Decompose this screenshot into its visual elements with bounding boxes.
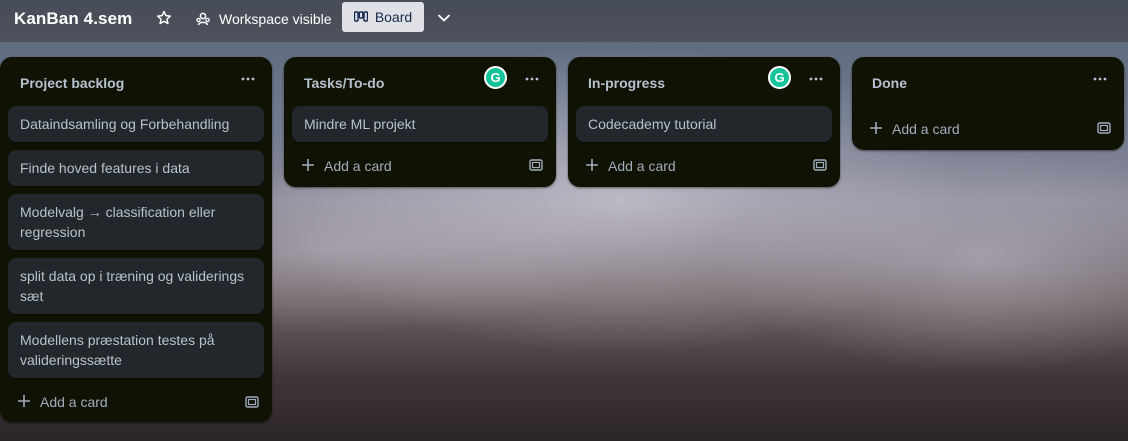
workspace-visibility-button[interactable]: Workspace visible xyxy=(195,9,332,29)
card[interactable]: Dataindsamling og Forbehandling xyxy=(8,106,264,142)
plus-icon xyxy=(586,159,598,171)
chevron-down-icon xyxy=(437,14,451,22)
list-project-backlog: Project backlog Dataindsamling og Forbeh… xyxy=(0,57,272,422)
create-from-template-icon xyxy=(1097,122,1111,134)
list-title[interactable]: Tasks/To-do xyxy=(304,75,384,91)
card[interactable]: Mindre ML projekt xyxy=(292,106,548,142)
card[interactable]: Codecademy tutorial xyxy=(576,106,832,142)
views-dropdown-button[interactable] xyxy=(434,8,454,28)
more-options-icon xyxy=(525,77,539,81)
add-card-button[interactable]: Add a card xyxy=(860,113,1116,145)
template-button[interactable] xyxy=(240,391,264,413)
list-header: Project backlog xyxy=(0,57,272,105)
add-card-label: Add a card xyxy=(608,158,676,174)
plus-icon xyxy=(870,122,882,134)
template-button[interactable] xyxy=(1092,117,1116,139)
board-view-button[interactable]: Board xyxy=(342,2,424,32)
add-card-label: Add a card xyxy=(892,121,960,137)
board-title[interactable]: KanBan 4.sem xyxy=(14,9,132,29)
list-header: Done xyxy=(852,57,1124,105)
star-icon xyxy=(156,10,172,25)
board-view-icon xyxy=(353,11,368,22)
template-button[interactable] xyxy=(808,154,832,176)
card[interactable]: Finde hoved features i data xyxy=(8,150,264,186)
card[interactable]: Modelvalg → classification eller regress… xyxy=(8,194,264,250)
add-card-button[interactable]: Add a card xyxy=(576,150,832,182)
list-title[interactable]: In-progress xyxy=(588,75,665,91)
add-card-button[interactable]: Add a card xyxy=(292,150,548,182)
list-menu-button[interactable] xyxy=(522,71,542,87)
grammarly-icon[interactable]: G xyxy=(768,66,791,89)
create-from-template-icon xyxy=(245,396,259,408)
grammarly-icon[interactable]: G xyxy=(484,66,507,89)
add-card-label: Add a card xyxy=(40,394,108,410)
add-card-button[interactable]: Add a card xyxy=(8,386,264,418)
workspace-visibility-icon xyxy=(196,12,210,26)
board-view-label: Board xyxy=(374,9,413,25)
list-header: In-progress G xyxy=(568,57,840,105)
list-in-progress: In-progress G Codecademy tutorial Add a … xyxy=(568,57,840,187)
list-header: Tasks/To-do G xyxy=(284,57,556,105)
card[interactable]: Modellens præstation testes på validerin… xyxy=(8,322,264,378)
template-button[interactable] xyxy=(524,154,548,176)
plus-icon xyxy=(302,159,314,171)
add-card-label: Add a card xyxy=(324,158,392,174)
list-menu-button[interactable] xyxy=(1090,71,1110,87)
board-header: KanBan 4.sem Workspace visible Board xyxy=(0,0,1128,42)
list-done: Done Add a card xyxy=(852,57,1124,150)
more-options-icon xyxy=(809,77,823,81)
list-title[interactable]: Done xyxy=(872,75,907,91)
list-tasks-todo: Tasks/To-do G Mindre ML projekt Add a ca… xyxy=(284,57,556,187)
plus-icon xyxy=(18,395,30,407)
create-from-template-icon xyxy=(529,159,543,171)
more-options-icon xyxy=(241,77,255,81)
list-title[interactable]: Project backlog xyxy=(20,75,124,91)
list-menu-button[interactable] xyxy=(238,71,258,87)
create-from-template-icon xyxy=(813,159,827,171)
star-button[interactable] xyxy=(153,8,175,28)
list-menu-button[interactable] xyxy=(806,71,826,87)
more-options-icon xyxy=(1093,77,1107,81)
card[interactable]: split data op i træning og validerings s… xyxy=(8,258,264,314)
workspace-visibility-label: Workspace visible xyxy=(219,11,332,27)
